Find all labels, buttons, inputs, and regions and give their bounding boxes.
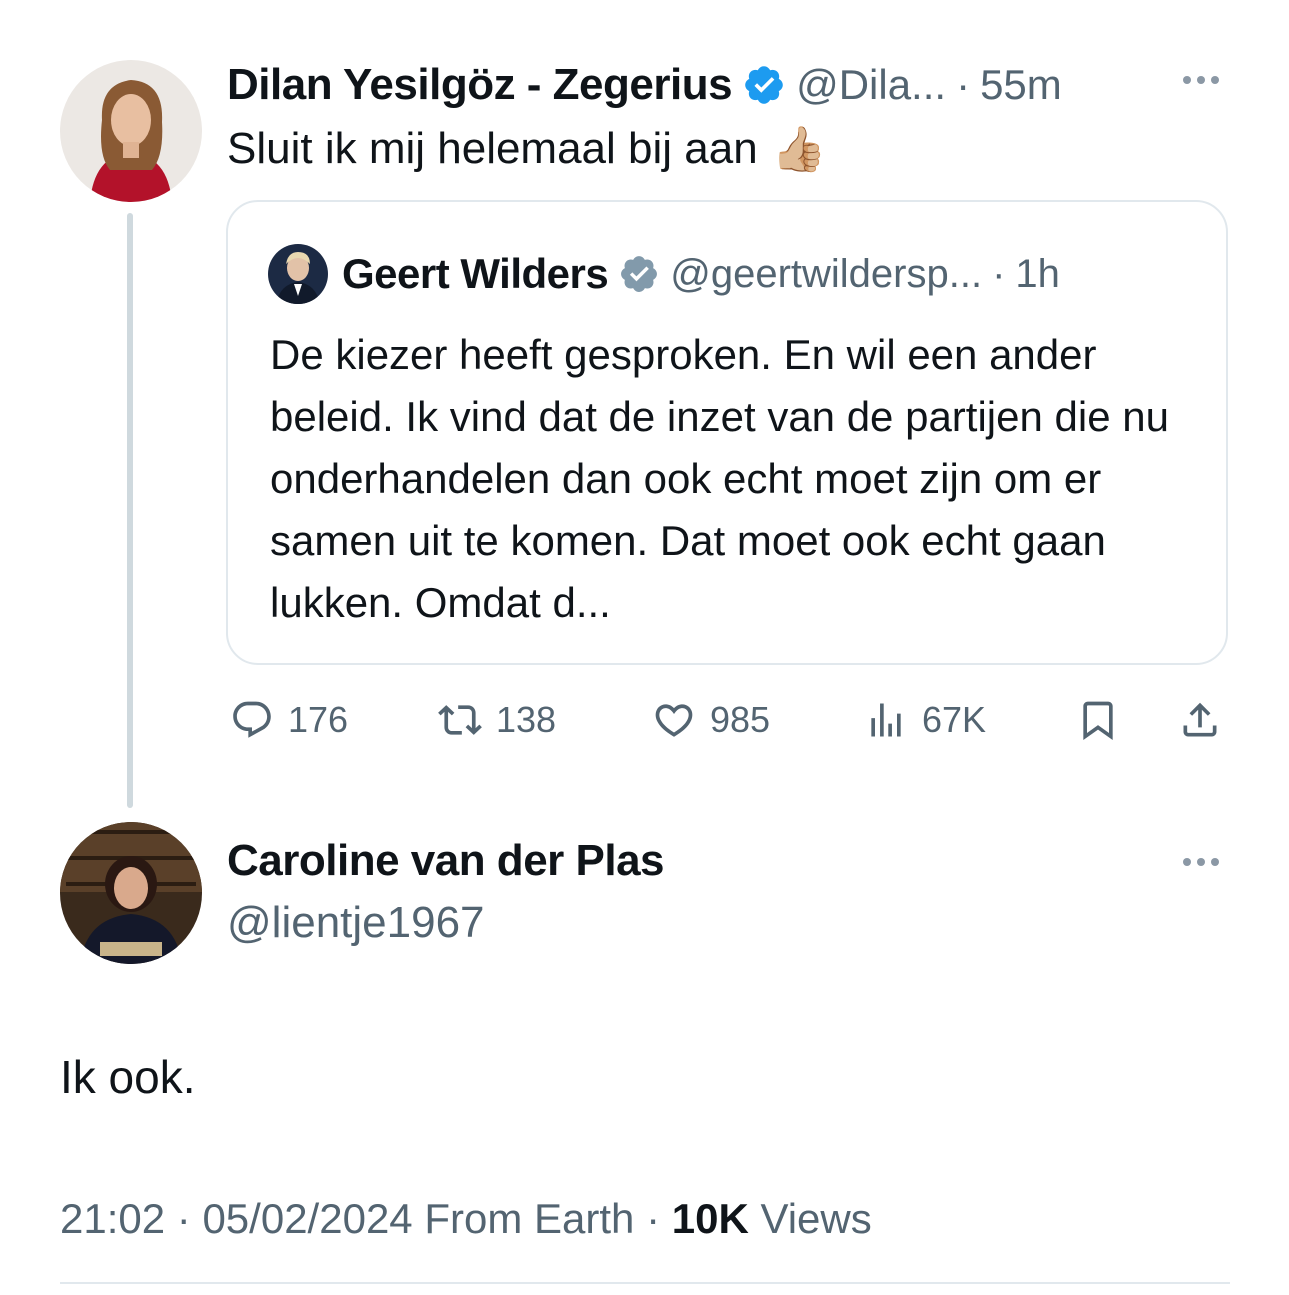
- divider: [60, 1282, 1230, 1284]
- views-button[interactable]: 67K: [864, 698, 986, 742]
- like-button[interactable]: 985: [652, 698, 770, 742]
- avatar-dilan-image: [60, 60, 202, 202]
- share-button[interactable]: [1178, 698, 1222, 742]
- author-handle[interactable]: @lientje1967: [227, 898, 485, 948]
- author-handle[interactable]: @Dila...: [796, 61, 946, 109]
- tweet-text: Ik ook.: [60, 1051, 196, 1103]
- tweet-date[interactable]: 05/02/2024: [202, 1195, 412, 1242]
- separator-dot: ·: [176, 1195, 191, 1242]
- bookmark-icon: [1083, 701, 1113, 741]
- gray-verified-badge-icon: [621, 256, 658, 292]
- reply-count: 176: [288, 699, 349, 740]
- reply-icon: [233, 701, 271, 738]
- quoted-tweet-card[interactable]: Geert Wilders @geertwildersp... · 1h De …: [226, 200, 1228, 665]
- tweet-text: Sluit ik mij helemaal bij aan: [227, 124, 758, 173]
- thumbs-up-emoji: 👍🏼: [771, 125, 827, 174]
- author-name[interactable]: Dilan Yesilgöz - Zegerius: [227, 60, 733, 110]
- avatar-caroline[interactable]: [60, 822, 202, 964]
- avatar-dilan[interactable]: [60, 60, 202, 202]
- like-count: 985: [710, 699, 771, 740]
- retweet-icon: [438, 705, 482, 735]
- retweet-count: 138: [496, 699, 557, 740]
- quote-text: De kiezer heeft gesproken. En wil een an…: [270, 331, 1169, 626]
- views-label: Views: [760, 1195, 872, 1242]
- heart-icon: [655, 704, 693, 737]
- separator-dot: ·: [956, 61, 971, 108]
- thread-line: [127, 213, 133, 808]
- views-chart-icon: [871, 703, 901, 737]
- author-name[interactable]: Caroline van der Plas: [227, 836, 665, 886]
- separator-dot: ·: [992, 251, 1006, 296]
- quote-author-handle[interactable]: @geertwildersp...: [670, 252, 982, 297]
- quote-author-name[interactable]: Geert Wilders: [342, 250, 609, 298]
- tweet-time[interactable]: 21:02: [60, 1195, 165, 1242]
- bookmark-button[interactable]: [1076, 698, 1120, 742]
- views-count: 67K: [922, 699, 987, 740]
- tweet1-text-row: Sluit ik mij helemaal bij aan 👍🏼: [227, 120, 826, 178]
- tweet-meta: 21:02 · 05/02/2024 From Earth · 10K View…: [60, 1195, 872, 1243]
- views-total: 10K: [671, 1195, 749, 1242]
- avatar-geert[interactable]: [268, 244, 328, 304]
- separator-dot: ·: [646, 1195, 661, 1242]
- tweet-time[interactable]: 55m: [980, 61, 1062, 109]
- share-icon: [1183, 702, 1217, 737]
- quote-header: Geert Wilders @geertwildersp... · 1h: [342, 246, 1060, 302]
- avatar-geert-image: [268, 244, 328, 304]
- tweet-source: From Earth: [424, 1195, 635, 1242]
- verified-badge-icon: [745, 66, 783, 104]
- retweet-button[interactable]: 138: [438, 698, 556, 742]
- more-options-icon[interactable]: [1183, 858, 1219, 866]
- reply-button[interactable]: 176: [230, 698, 348, 742]
- avatar-caroline-image: [60, 822, 202, 964]
- quote-time[interactable]: 1h: [1015, 252, 1060, 297]
- more-options-icon[interactable]: [1183, 76, 1219, 84]
- tweet1-header: Dilan Yesilgöz - Zegerius @Dila... · 55m: [227, 55, 1062, 115]
